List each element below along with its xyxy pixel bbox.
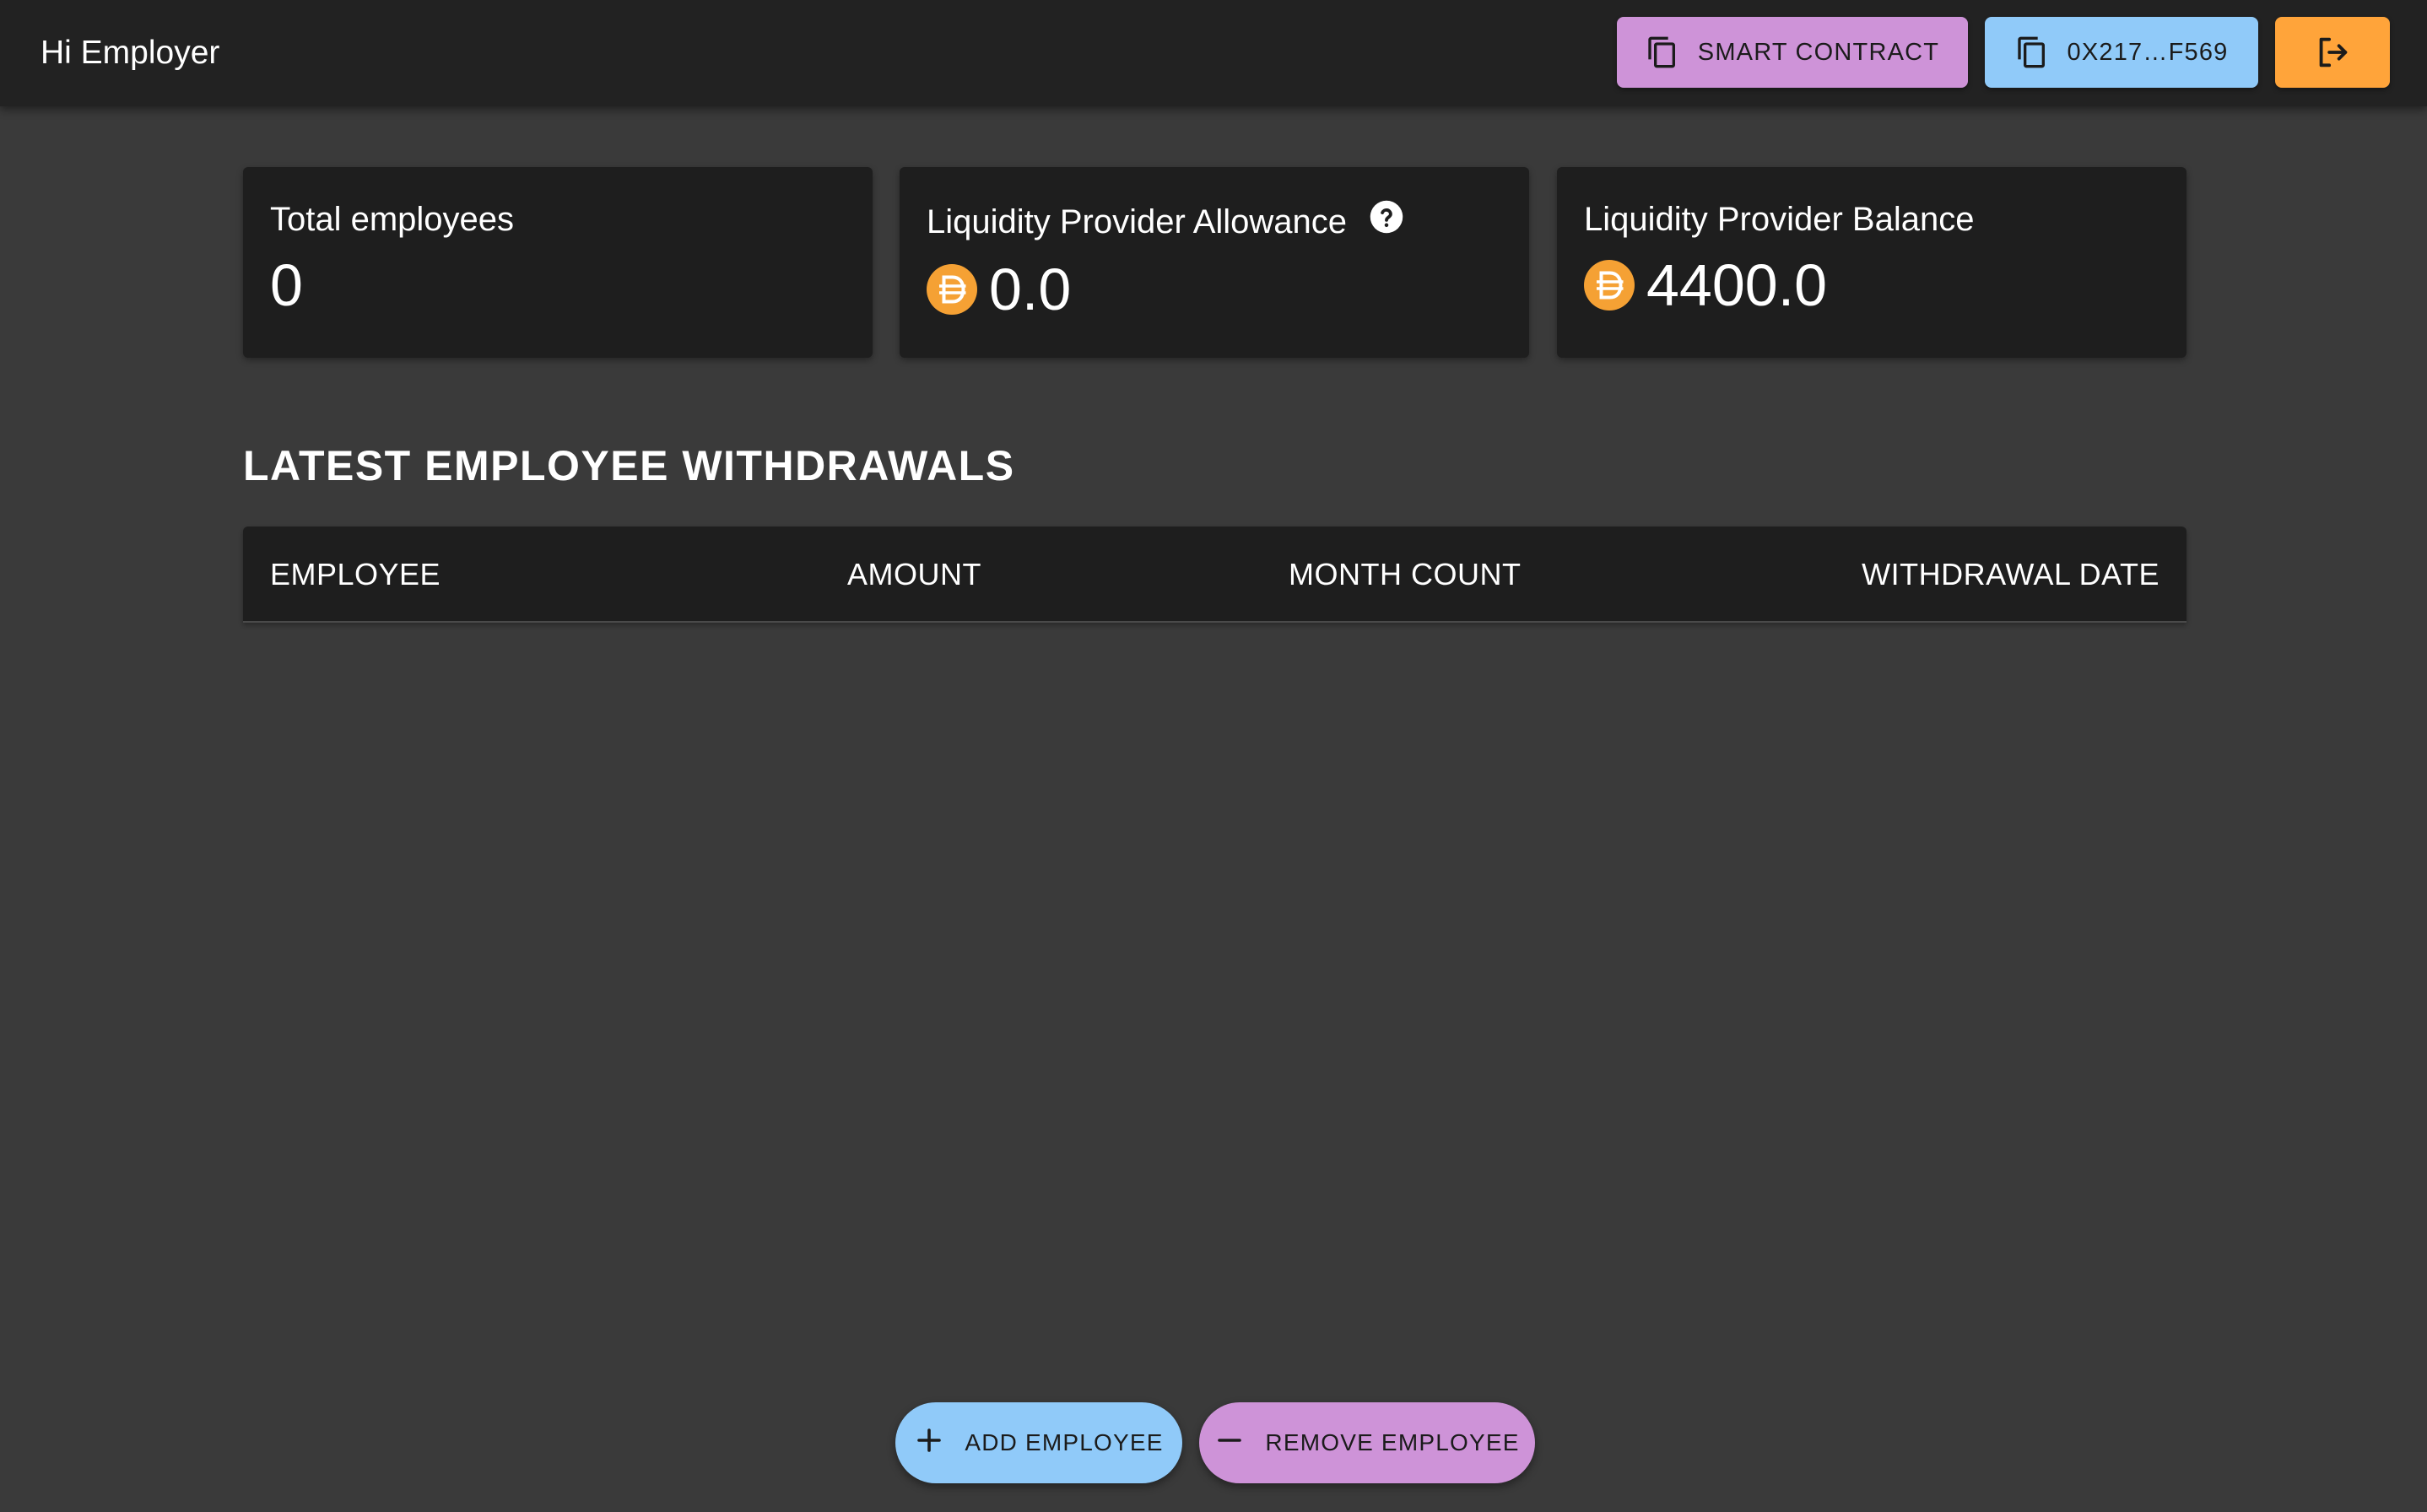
withdrawals-section-title: LATEST EMPLOYEE WITHDRAWALS [243, 442, 1015, 489]
total-employees-label: Total employees [270, 201, 515, 238]
allowance-title: Liquidity Provider Allowance [927, 199, 1502, 244]
remove-employee-label: REMOVE EMPLOYEE [1265, 1429, 1520, 1455]
balance-value-row: 4400.0 [1584, 251, 2159, 319]
balance-label: Liquidity Provider Balance [1584, 201, 1975, 238]
copy-icon [1646, 34, 1679, 71]
column-header-employee[interactable]: EMPLOYEE [270, 555, 441, 594]
dai-coin-icon [927, 264, 977, 315]
logout-button[interactable] [2275, 17, 2390, 88]
plus-icon [914, 1425, 944, 1461]
greeting-title: Hi Employer [41, 35, 220, 71]
app-bar: Hi Employer SMART CONTRACT 0X217…F569 [0, 0, 2427, 106]
add-employee-label: ADD EMPLOYEE [965, 1429, 1164, 1455]
column-header-withdrawal-date[interactable]: WITHDRAWAL DATE [1862, 555, 2159, 594]
column-header-amount[interactable]: AMOUNT [847, 555, 981, 594]
balance-card: Liquidity Provider Balance 4400.0 [1557, 167, 2186, 358]
allowance-value-row: 0.0 [927, 256, 1502, 323]
add-employee-button[interactable]: ADD EMPLOYEE [895, 1402, 1182, 1483]
help-circle-icon[interactable] [1369, 199, 1404, 244]
allowance-card: Liquidity Provider Allowance 0.0 [900, 167, 1529, 358]
allowance-value: 0.0 [989, 256, 1072, 322]
allowance-label: Liquidity Provider Allowance [927, 202, 1348, 240]
logout-icon [2313, 33, 2352, 72]
minus-icon [1214, 1425, 1245, 1461]
wallet-address-button[interactable]: 0X217…F569 [1985, 17, 2258, 88]
total-employees-card: Total employees 0 [243, 167, 873, 358]
withdrawals-table-header: EMPLOYEE AMOUNT MONTH COUNT WITHDRAWAL D… [243, 526, 2186, 623]
remove-employee-button[interactable]: REMOVE EMPLOYEE [1199, 1402, 1535, 1483]
balance-value: 4400.0 [1646, 252, 1828, 318]
smart-contract-label: SMART CONTRACT [1697, 38, 1940, 66]
dai-coin-icon [1584, 260, 1635, 310]
copy-icon [2015, 34, 2049, 71]
column-header-month-count[interactable]: MONTH COUNT [1289, 555, 1521, 594]
smart-contract-button[interactable]: SMART CONTRACT [1617, 17, 1968, 88]
wallet-address-label: 0X217…F569 [2067, 38, 2229, 66]
total-employees-value: 0 [270, 252, 303, 318]
